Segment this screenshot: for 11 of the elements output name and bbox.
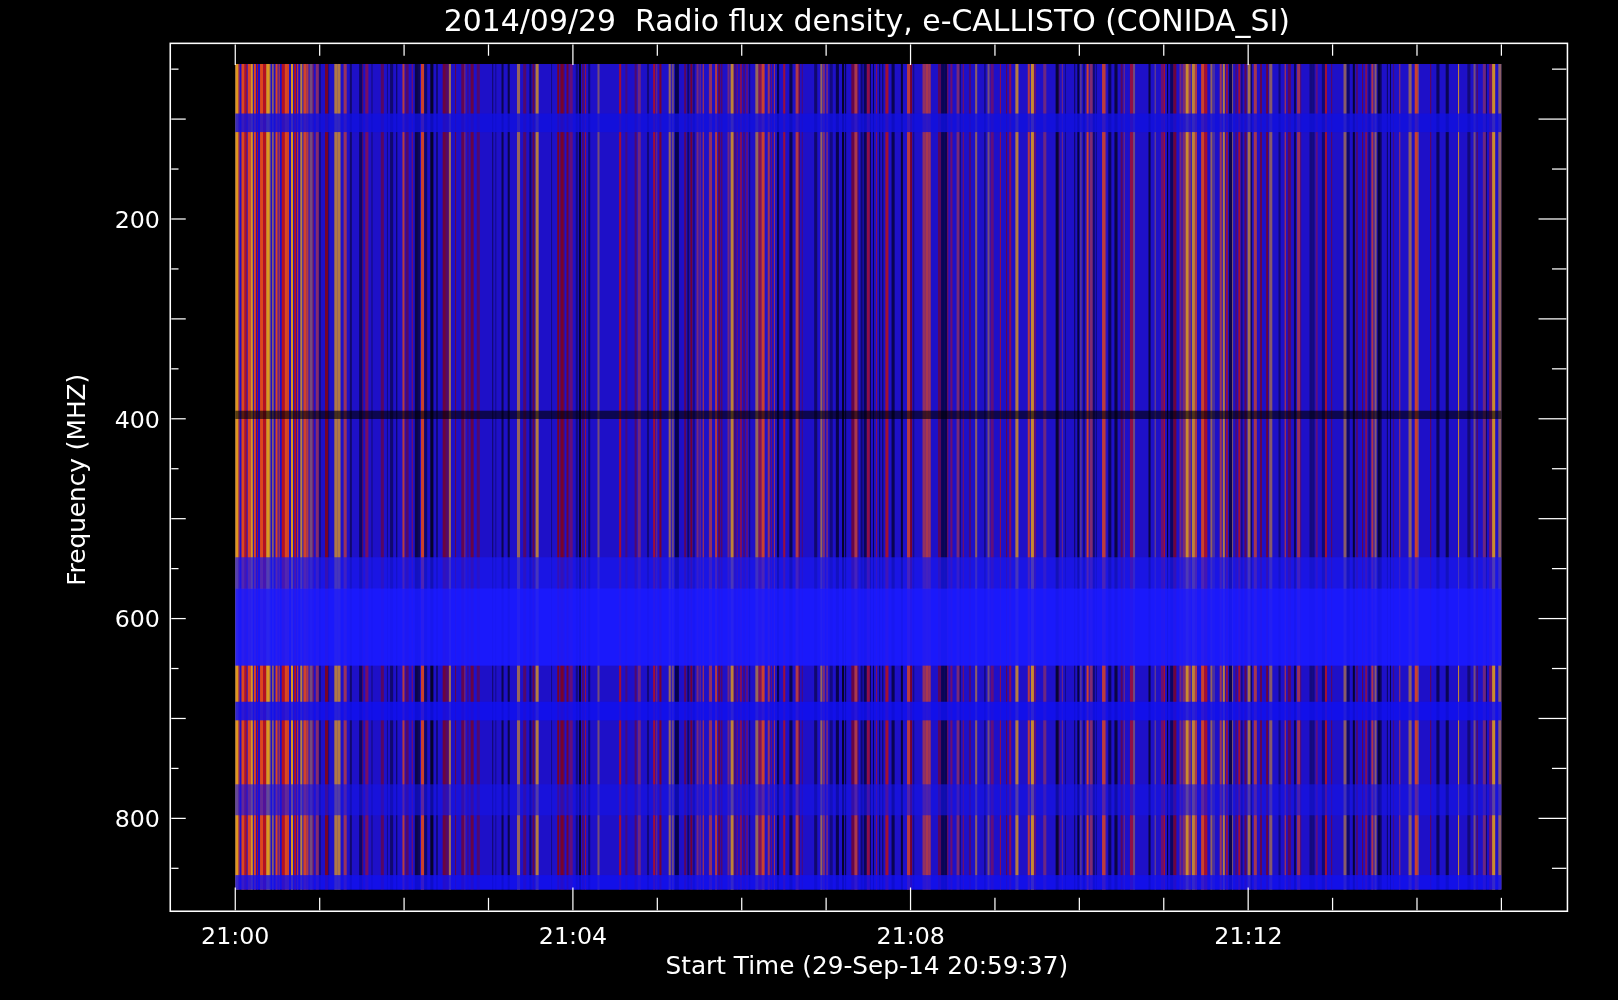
y-tick-label: 600 xyxy=(114,605,160,634)
y-tick-label: 400 xyxy=(114,405,160,434)
y-tick-label: 200 xyxy=(114,206,160,235)
x-tick-label: 21:08 xyxy=(876,922,945,951)
chart-title: 2014/09/29 Radio flux density, e-CALLISTO (CONIDA_SI) xyxy=(443,2,1290,38)
x-tick-label: 21:12 xyxy=(1214,922,1283,951)
x-tick-label: 21:04 xyxy=(538,922,608,951)
x-axis-label: Start Time (29-Sep-14 20:59:37) xyxy=(665,951,1069,981)
y-tick-label: 800 xyxy=(114,805,160,834)
x-tick-label: 21:00 xyxy=(201,922,270,951)
y-axis-label: Frequency (MHZ) xyxy=(61,373,91,586)
